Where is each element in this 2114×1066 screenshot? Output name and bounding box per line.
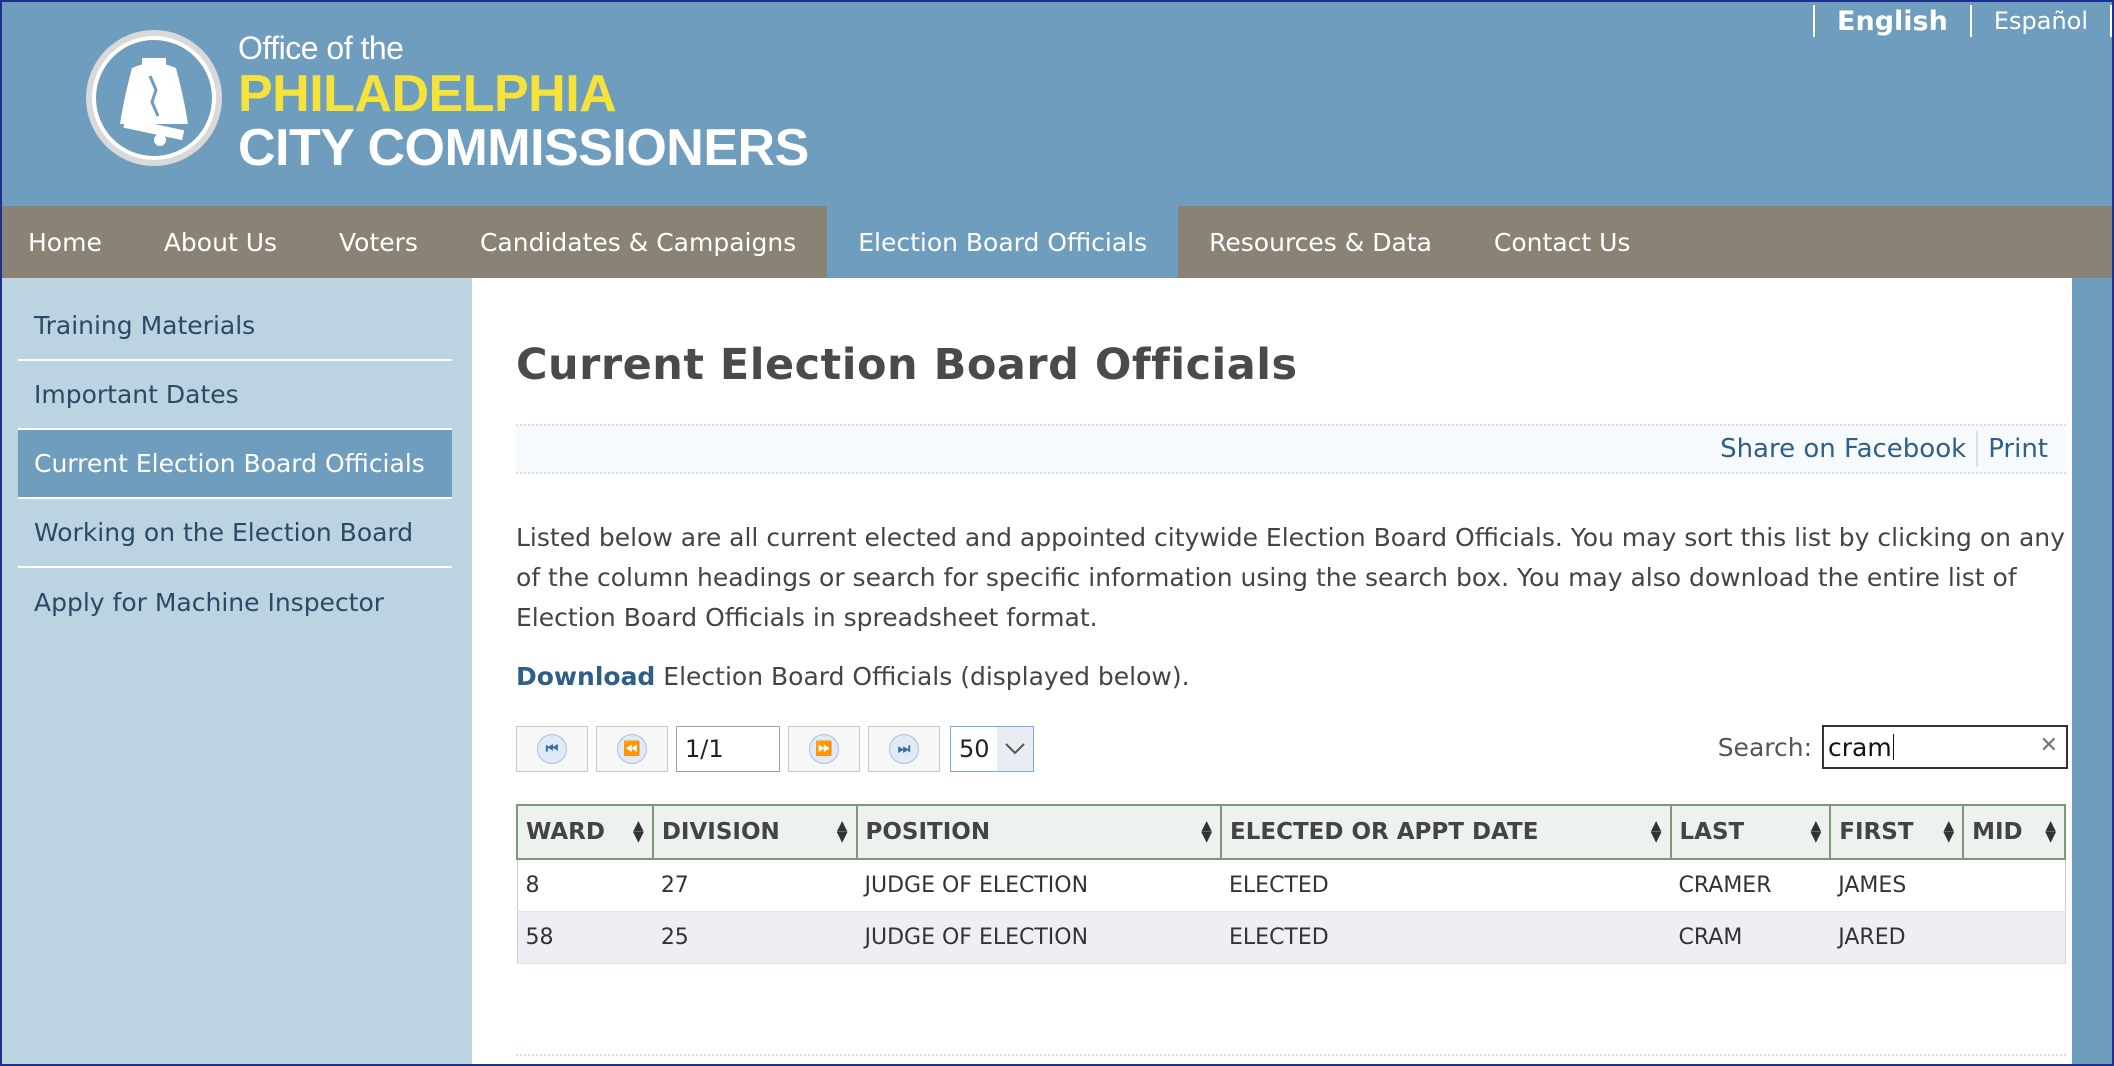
- search-value: cram: [1828, 732, 1892, 762]
- cell-last: CRAM: [1670, 911, 1831, 964]
- last-page-button[interactable]: ⏭: [868, 726, 940, 772]
- cell-ward: 8: [517, 859, 653, 912]
- prev-page-icon: ⏪: [617, 734, 647, 764]
- download-description: Election Board Officials (displayed belo…: [655, 662, 1190, 691]
- column-header-mid[interactable]: MID ▲ ▼: [1962, 804, 2066, 860]
- clear-icon[interactable]: ✕: [2040, 733, 2058, 758]
- cell-division: 25: [652, 911, 857, 964]
- logo-line-commissioners: CITY COMMISSIONERS: [238, 119, 809, 177]
- nav-resources-data[interactable]: Resources & Data: [1178, 206, 1463, 278]
- cell-elected-date: ELECTED: [1221, 859, 1671, 912]
- cell-last: CRAMER: [1670, 859, 1831, 912]
- liberty-bell-icon[interactable]: [84, 28, 224, 168]
- print-link[interactable]: Print: [1978, 434, 2058, 464]
- logo-line-office: Office of the: [238, 30, 404, 66]
- page-title: Current Election Board Officials: [516, 340, 1298, 390]
- last-page-icon: ⏭: [889, 734, 919, 764]
- first-page-icon: ⏮: [537, 734, 567, 764]
- nav-candidates-campaigns[interactable]: Candidates & Campaigns: [449, 206, 827, 278]
- search-input[interactable]: cram ✕: [1822, 725, 2068, 769]
- sidebar-item-machine-inspector[interactable]: Apply for Machine Inspector: [18, 568, 452, 637]
- lang-english[interactable]: English: [1815, 6, 1970, 37]
- next-page-button[interactable]: ⏩: [788, 726, 860, 772]
- sidebar-item-training-materials[interactable]: Training Materials: [18, 292, 452, 361]
- share-links: Share on Facebook Print: [1710, 426, 2058, 472]
- sidebar-item-working-on-board[interactable]: Working on the Election Board: [18, 499, 452, 568]
- logo-line-philadelphia: PHILADELPHIA: [238, 65, 617, 123]
- page-edge-strip: [2072, 278, 2112, 1064]
- content-divider: [516, 1054, 2066, 1056]
- cell-position: JUDGE OF ELECTION: [856, 911, 1222, 964]
- sort-icon: ▲ ▼: [633, 818, 644, 845]
- nav-election-board-officials[interactable]: Election Board Officials: [827, 206, 1179, 278]
- first-page-button[interactable]: ⏮: [516, 726, 588, 772]
- cell-position: JUDGE OF ELECTION: [856, 859, 1222, 912]
- sort-icon: ▲ ▼: [1810, 818, 1822, 845]
- download-line: Download Election Board Officials (displ…: [516, 662, 1190, 691]
- column-header-ward[interactable]: WARD ▲ ▼: [516, 804, 654, 860]
- column-header-division[interactable]: DIVISION ▲ ▼: [651, 804, 858, 860]
- prev-page-button[interactable]: ⏪: [596, 726, 668, 772]
- share-facebook-link[interactable]: Share on Facebook: [1710, 434, 1976, 464]
- column-header-last[interactable]: LAST ▲ ▼: [1669, 804, 1832, 860]
- page-size-value: 50: [959, 735, 990, 763]
- sort-icon: ▲ ▼: [1943, 818, 1955, 845]
- chevron-down-icon: [997, 727, 1033, 771]
- sidebar-item-important-dates[interactable]: Important Dates: [18, 361, 452, 430]
- sort-icon: ▲ ▼: [1650, 818, 1662, 845]
- language-switcher: English Español: [1813, 4, 2112, 38]
- sort-icon: ▲ ▼: [1201, 818, 1213, 845]
- officials-table: WARD ▲ ▼ DIVISION ▲ ▼ POSITION ▲ ▼ ELECTED OR …: [516, 804, 2066, 964]
- download-link[interactable]: Download: [516, 662, 655, 691]
- site-header: Office of the PHILADELPHIA CITY COMMISSI…: [2, 2, 2112, 206]
- cell-first: JAMES: [1830, 859, 1964, 912]
- main-content: Current Election Board Officials Share o…: [472, 278, 2072, 1064]
- cell-elected-date: ELECTED: [1221, 911, 1671, 964]
- cell-first: JARED: [1830, 911, 1964, 964]
- cell-ward: 58: [517, 911, 653, 964]
- main-nav: Home About Us Voters Candidates & Campai…: [2, 206, 2112, 278]
- sort-icon: ▲ ▼: [836, 818, 848, 845]
- nav-home[interactable]: Home: [2, 206, 133, 278]
- nav-voters[interactable]: Voters: [308, 206, 449, 278]
- cell-division: 27: [652, 859, 857, 912]
- cell-mid: [1963, 859, 2065, 912]
- page-size-select[interactable]: 50: [950, 726, 1034, 772]
- page-number-input[interactable]: 1/1: [676, 726, 780, 772]
- table-row: 8 27 JUDGE OF ELECTION ELECTED CRAMER JA…: [517, 859, 2065, 912]
- column-header-position[interactable]: POSITION ▲ ▼: [855, 804, 1223, 860]
- table-row: 58 25 JUDGE OF ELECTION ELECTED CRAM JAR…: [517, 911, 2065, 964]
- search-area: Search: cram ✕: [1718, 725, 2068, 769]
- sidebar-item-current-officials[interactable]: Current Election Board Officials: [18, 430, 452, 499]
- next-page-icon: ⏩: [809, 734, 839, 764]
- column-header-elected-date[interactable]: ELECTED OR APPT DATE ▲ ▼: [1220, 804, 1672, 860]
- intro-paragraph: Listed below are all current elected and…: [516, 523, 2065, 632]
- site-logo-text[interactable]: Office of the PHILADELPHIA CITY COMMISSI…: [238, 32, 809, 174]
- lang-divider: [2110, 5, 2112, 37]
- search-label: Search:: [1717, 732, 1812, 762]
- pager: ⏮ ⏪ 1/1 ⏩ ⏭ 50: [516, 726, 1034, 772]
- cell-mid: [1963, 911, 2065, 964]
- column-header-first[interactable]: FIRST ▲ ▼: [1829, 804, 1965, 860]
- nav-contact-us[interactable]: Contact Us: [1463, 206, 1662, 278]
- nav-about-us[interactable]: About Us: [133, 206, 308, 278]
- sort-icon: ▲ ▼: [2045, 818, 2056, 845]
- table-header-row: WARD ▲ ▼ DIVISION ▲ ▼ POSITION ▲ ▼ ELECTED OR …: [516, 804, 2066, 860]
- sidebar: Training Materials Important Dates Curre…: [2, 278, 472, 1064]
- browser-frame: Office of the PHILADELPHIA CITY COMMISSI…: [0, 0, 2114, 1066]
- share-bar: Share on Facebook Print: [516, 424, 2066, 474]
- lang-espanol[interactable]: Español: [1972, 7, 2110, 35]
